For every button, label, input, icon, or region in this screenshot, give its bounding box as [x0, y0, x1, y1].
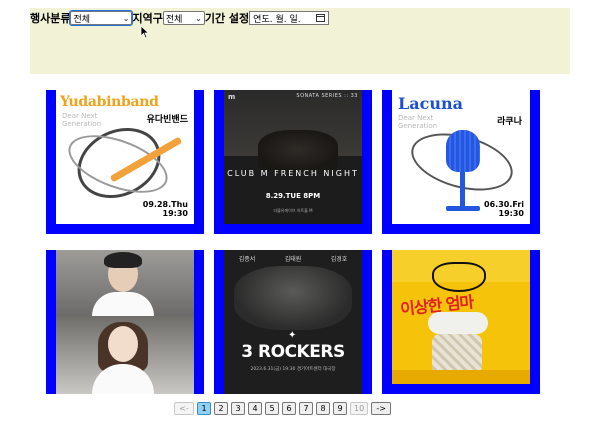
- category-select[interactable]: 전체 ⌄: [69, 10, 134, 26]
- event-card[interactable]: Lacuna Dear Next Generation 라쿠나 06.30.Fr…: [382, 90, 540, 234]
- bow-graphic: [432, 262, 486, 292]
- poster-series: SONATA SERIES :: 33: [296, 93, 358, 99]
- microphone-base: [446, 206, 480, 211]
- date-placeholder: 연도. 월. 일.: [253, 14, 301, 25]
- page-button-2[interactable]: 2: [214, 402, 228, 415]
- next-page-button[interactable]: ->: [371, 402, 392, 415]
- event-card[interactable]: m SONATA SERIES :: 33 CLUB M FRENCH NIGH…: [214, 90, 372, 234]
- event-card[interactable]: 이상한 엄마: [382, 250, 540, 394]
- poster-date-time: 19:30: [498, 209, 524, 218]
- poster-date: 8.29.TUE 8PM: [265, 192, 321, 200]
- filter-bar: 행사분류 전체 ⌄ 지역구 전체 ⌄ 기간 설정 연도. 월. 일.: [30, 8, 570, 74]
- poster-info: 2023.6.31(금) 19:30 경기아트센터 대극장: [250, 367, 336, 372]
- poster-date-day: 06.30.Fri: [484, 200, 524, 209]
- page-button-4[interactable]: 4: [248, 402, 262, 415]
- poster-date-time: 19:30: [162, 209, 188, 218]
- page-button-5[interactable]: 5: [265, 402, 279, 415]
- prev-page-button[interactable]: <-: [174, 402, 194, 415]
- category-label: 행사분류: [30, 12, 71, 25]
- poster-date: 06.30.Fri 19:30: [484, 200, 524, 218]
- poster-korean-title: 유다빈밴드: [146, 115, 188, 125]
- category-select-value: 전체: [73, 14, 91, 25]
- event-poster[interactable]: Yudabinband Dear Next Generation 유다빈밴드 0…: [56, 90, 194, 224]
- page-button-8[interactable]: 8: [316, 402, 330, 415]
- poster-title: CLUB M FRENCH NIGHT: [227, 169, 359, 178]
- date-input[interactable]: 연도. 월. 일.: [249, 11, 330, 25]
- page-button-7[interactable]: 7: [299, 402, 313, 415]
- person-hair: [104, 252, 142, 268]
- poster-title: Yudabinband: [60, 94, 159, 110]
- event-poster[interactable]: 이상한 엄마: [392, 250, 530, 384]
- poster-title: Lacuna: [398, 94, 463, 113]
- pagination: <- 1 2 3 4 5 6 7 8 9 10 ->: [174, 402, 392, 415]
- event-poster[interactable]: 김종서 김태원 김경호 ✦ 3 ROCKERS 2023.6.31(금) 19:…: [224, 250, 362, 394]
- page-button-1[interactable]: 1: [197, 402, 211, 415]
- calendar-icon[interactable]: [316, 14, 326, 22]
- region-label: 지역구: [132, 12, 163, 25]
- page-button-6[interactable]: 6: [282, 402, 296, 415]
- page-button-10[interactable]: 10: [350, 402, 369, 415]
- event-poster[interactable]: Lacuna Dear Next Generation 라쿠나 06.30.Fr…: [392, 90, 530, 224]
- event-card[interactable]: 김종서 김태원 김경호 ✦ 3 ROCKERS 2023.6.31(금) 19:…: [214, 250, 372, 394]
- poster-brand: m: [228, 93, 236, 101]
- performer-name: 김태원: [284, 256, 302, 263]
- chevron-down-icon: ⌄: [122, 13, 130, 23]
- poster-title: 3 ROCKERS: [241, 342, 345, 362]
- chevron-down-icon: ⌄: [195, 13, 202, 23]
- poster-date-day: 09.28.Thu: [142, 200, 188, 209]
- filter-row: 행사분류 전체 ⌄ 지역구 전체 ⌄ 기간 설정 연도. 월. 일.: [30, 10, 330, 26]
- musicians-photo: [258, 130, 338, 170]
- poster-subtitle: Dear Next Generation: [398, 114, 438, 130]
- poster-korean-title: 라쿠나: [497, 117, 522, 127]
- star-icon: ✦: [288, 330, 297, 341]
- performers-photo: [234, 266, 352, 330]
- event-poster[interactable]: m SONATA SERIES :: 33 CLUB M FRENCH NIGH…: [224, 90, 362, 224]
- region-select-value: 전체: [165, 14, 183, 25]
- performer-name: 김종서: [238, 256, 256, 263]
- page-button-9[interactable]: 9: [333, 402, 347, 415]
- page-button-3[interactable]: 3: [231, 402, 245, 415]
- cloud-graphic: [428, 312, 488, 334]
- region-select[interactable]: 전체 ⌄: [162, 11, 205, 25]
- event-card[interactable]: [46, 250, 204, 394]
- period-label: 기간 설정: [204, 12, 250, 25]
- poster-subtitle: Dear Next Generation: [62, 112, 102, 128]
- poster-floor: [392, 370, 530, 384]
- figure-graphic: [432, 334, 482, 374]
- mouse-cursor-icon: [140, 25, 150, 39]
- performer-name: 김경호: [330, 256, 348, 263]
- person-face: [108, 326, 138, 362]
- poster-date: 09.28.Thu 19:30: [143, 200, 188, 218]
- microphone-graphic: [446, 130, 480, 172]
- poster-venue: 더블유에이브 아트홀 M: [273, 208, 313, 213]
- microphone-stand: [460, 172, 465, 208]
- event-poster[interactable]: [56, 250, 194, 394]
- event-card[interactable]: Yudabinband Dear Next Generation 유다빈밴드 0…: [46, 90, 204, 234]
- poster-performers: 김종서 김태원 김경호: [224, 254, 362, 263]
